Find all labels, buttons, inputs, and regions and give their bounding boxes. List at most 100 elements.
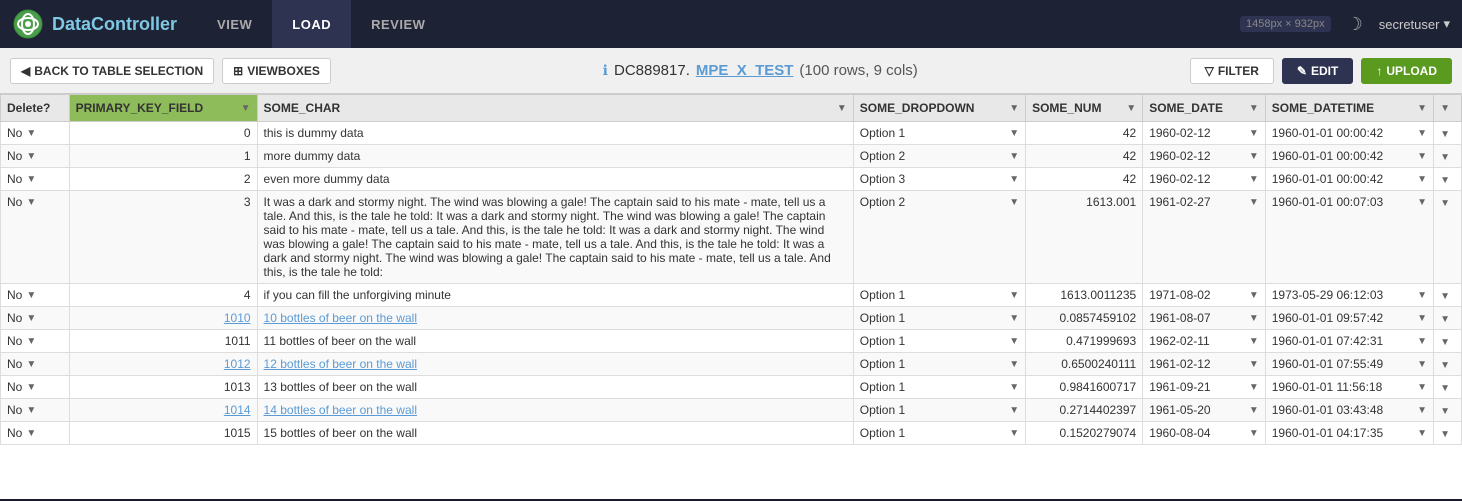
date-arrow-icon[interactable]: ▼	[1249, 382, 1259, 393]
datetime-arrow-icon[interactable]: ▼	[1417, 405, 1427, 416]
dropdown-arrow-icon[interactable]: ▼	[1009, 174, 1019, 185]
dropdown-arrow-icon[interactable]: ▼	[1009, 128, 1019, 139]
viewboxes-button[interactable]: ⊞ VIEWBOXES	[222, 58, 331, 84]
extra-arrow-icon[interactable]: ▼	[1440, 360, 1450, 371]
col-date-sort-icon[interactable]: ▼	[1249, 103, 1259, 114]
dropdown-arrow-icon[interactable]: ▼	[1009, 197, 1019, 208]
viewboxes-icon: ⊞	[233, 64, 243, 78]
date-arrow-icon[interactable]: ▼	[1249, 428, 1259, 439]
delete-dropdown-icon[interactable]: ▼	[26, 197, 36, 208]
dropdown-arrow-icon[interactable]: ▼	[1009, 313, 1019, 324]
cell-extra: ▼	[1434, 307, 1462, 330]
table-name-link[interactable]: MPE_X_TEST	[696, 62, 794, 79]
filter-button[interactable]: ▽ FILTER	[1190, 58, 1274, 84]
extra-arrow-icon[interactable]: ▼	[1440, 175, 1450, 186]
nav-review[interactable]: REVIEW	[351, 0, 445, 48]
col-num-sort-icon[interactable]: ▼	[1126, 103, 1136, 114]
cell-dropdown: Option 1▼	[853, 399, 1025, 422]
dropdown-arrow-icon[interactable]: ▼	[1009, 405, 1019, 416]
delete-dropdown-icon[interactable]: ▼	[26, 128, 36, 139]
delete-dropdown-icon[interactable]: ▼	[26, 290, 36, 301]
info-icon[interactable]: ℹ	[603, 62, 608, 79]
datetime-arrow-icon[interactable]: ▼	[1417, 382, 1427, 393]
extra-arrow-icon[interactable]: ▼	[1440, 314, 1450, 325]
nav-right: 1458px × 932px ☽ secretuser ▾	[1240, 14, 1450, 35]
extra-arrow-icon[interactable]: ▼	[1440, 429, 1450, 440]
datetime-arrow-icon[interactable]: ▼	[1417, 128, 1427, 139]
extra-arrow-icon[interactable]: ▼	[1440, 291, 1450, 302]
date-arrow-icon[interactable]: ▼	[1249, 359, 1259, 370]
delete-dropdown-icon[interactable]: ▼	[26, 174, 36, 185]
user-menu-button[interactable]: secretuser ▾	[1379, 16, 1450, 32]
extra-arrow-icon[interactable]: ▼	[1440, 129, 1450, 140]
table-row: No▼101515 bottles of beer on the wallOpt…	[1, 422, 1462, 445]
table-stats: (100 rows, 9 cols)	[799, 62, 917, 79]
cell-pk: 4	[69, 284, 257, 307]
datetime-arrow-icon[interactable]: ▼	[1417, 428, 1427, 439]
col-datetime-sort-icon[interactable]: ▼	[1417, 103, 1427, 114]
back-to-table-selection-button[interactable]: ◀ BACK TO TABLE SELECTION	[10, 58, 214, 84]
char-link[interactable]: 12 bottles of beer on the wall	[264, 357, 417, 371]
date-arrow-icon[interactable]: ▼	[1249, 313, 1259, 324]
date-value: 1961-08-07	[1149, 311, 1210, 325]
datetime-arrow-icon[interactable]: ▼	[1417, 336, 1427, 347]
delete-dropdown-icon[interactable]: ▼	[26, 428, 36, 439]
dropdown-arrow-icon[interactable]: ▼	[1009, 382, 1019, 393]
cell-delete: No▼	[1, 307, 70, 330]
date-value: 1960-02-12	[1149, 149, 1210, 163]
pk-value: 1	[244, 149, 251, 163]
delete-dropdown-icon[interactable]: ▼	[26, 151, 36, 162]
extra-arrow-icon[interactable]: ▼	[1440, 406, 1450, 417]
upload-button[interactable]: ↑ UPLOAD	[1361, 58, 1452, 84]
datetime-value: 1960-01-01 11:56:18	[1272, 380, 1383, 394]
col-char-sort-icon[interactable]: ▼	[837, 103, 847, 114]
char-link[interactable]: 10 bottles of beer on the wall	[264, 311, 417, 325]
pk-link[interactable]: 1010	[224, 311, 251, 325]
username-label: secretuser	[1379, 17, 1440, 32]
col-pk-sort-icon[interactable]: ▼	[241, 103, 251, 114]
delete-dropdown-icon[interactable]: ▼	[26, 359, 36, 370]
delete-value: No	[7, 357, 22, 371]
date-arrow-icon[interactable]: ▼	[1249, 151, 1259, 162]
date-arrow-icon[interactable]: ▼	[1249, 336, 1259, 347]
date-value: 1960-02-12	[1149, 126, 1210, 140]
delete-dropdown-icon[interactable]: ▼	[26, 405, 36, 416]
nav-load[interactable]: LOAD	[272, 0, 351, 48]
date-arrow-icon[interactable]: ▼	[1249, 290, 1259, 301]
extra-arrow-icon[interactable]: ▼	[1440, 198, 1450, 209]
date-arrow-icon[interactable]: ▼	[1249, 174, 1259, 185]
delete-dropdown-icon[interactable]: ▼	[26, 336, 36, 347]
datetime-arrow-icon[interactable]: ▼	[1417, 313, 1427, 324]
dropdown-arrow-icon[interactable]: ▼	[1009, 290, 1019, 301]
dropdown-value: Option 1	[860, 126, 905, 140]
col-extra-sort-icon[interactable]: ▼	[1440, 103, 1450, 114]
cell-delete: No▼	[1, 168, 70, 191]
date-arrow-icon[interactable]: ▼	[1249, 197, 1259, 208]
date-arrow-icon[interactable]: ▼	[1249, 405, 1259, 416]
nav-view[interactable]: VIEW	[197, 0, 272, 48]
moon-icon[interactable]: ☽	[1347, 14, 1363, 35]
datetime-arrow-icon[interactable]: ▼	[1417, 174, 1427, 185]
num-value: 1613.001	[1086, 195, 1136, 209]
col-dropdown-sort-icon[interactable]: ▼	[1009, 103, 1019, 114]
delete-dropdown-icon[interactable]: ▼	[26, 382, 36, 393]
extra-arrow-icon[interactable]: ▼	[1440, 337, 1450, 348]
char-link[interactable]: 14 bottles of beer on the wall	[264, 403, 417, 417]
extra-arrow-icon[interactable]: ▼	[1440, 383, 1450, 394]
extra-arrow-icon[interactable]: ▼	[1440, 152, 1450, 163]
logo-rest: Controller	[91, 14, 177, 34]
datetime-arrow-icon[interactable]: ▼	[1417, 151, 1427, 162]
dropdown-arrow-icon[interactable]: ▼	[1009, 336, 1019, 347]
datetime-arrow-icon[interactable]: ▼	[1417, 290, 1427, 301]
dropdown-arrow-icon[interactable]: ▼	[1009, 359, 1019, 370]
edit-button[interactable]: ✎ EDIT	[1282, 58, 1353, 84]
delete-dropdown-icon[interactable]: ▼	[26, 313, 36, 324]
pk-link[interactable]: 1012	[224, 357, 251, 371]
dropdown-arrow-icon[interactable]: ▼	[1009, 151, 1019, 162]
datetime-arrow-icon[interactable]: ▼	[1417, 359, 1427, 370]
datetime-arrow-icon[interactable]: ▼	[1417, 197, 1427, 208]
dropdown-arrow-icon[interactable]: ▼	[1009, 428, 1019, 439]
pk-link[interactable]: 1014	[224, 403, 251, 417]
dropdown-value: Option 1	[860, 311, 905, 325]
date-arrow-icon[interactable]: ▼	[1249, 128, 1259, 139]
